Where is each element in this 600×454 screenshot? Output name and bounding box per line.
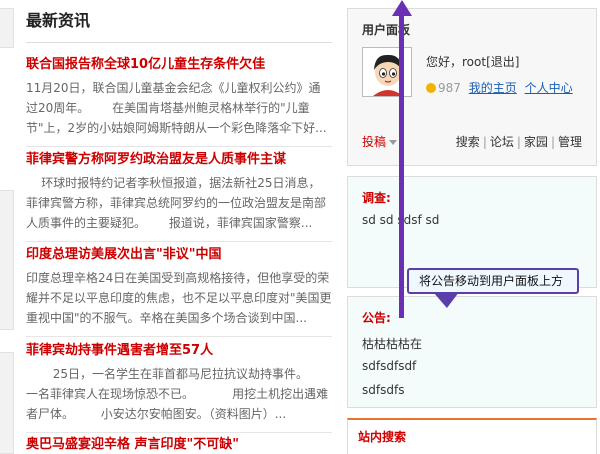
notice-label: 公告: [362, 311, 391, 325]
news-item: 印度总理访美展次出言"非议"中国 印度总理辛格24日在美国受到高规格接待，但他享… [26, 246, 332, 337]
news-summary: 印度总理辛格24日在美国受到高规格接待，但他享受的荣耀并不足以平息印度的焦虑，也… [26, 271, 332, 325]
callout-tail [433, 292, 465, 308]
news-title-link[interactable]: 奥巴马盛宴迎辛格 声言印度"不可缺" [26, 436, 332, 454]
divider [26, 432, 332, 433]
my-home-link[interactable]: 我的主页 [469, 81, 517, 95]
divider [26, 42, 332, 43]
avatar[interactable] [362, 47, 412, 97]
chevron-down-icon [389, 140, 398, 145]
quick-links: 搜索 | 论坛 | 家园 | 管理 [456, 133, 582, 150]
news-item: 联合国报告称全球10亿儿童生存条件欠佳 11月20日，联合国儿童基金会纪念《儿童… [26, 56, 332, 147]
credits-value: 987 [438, 81, 461, 95]
divider [26, 146, 332, 147]
personal-center-link[interactable]: 个人中心 [525, 81, 573, 95]
notice-line: sdfsdfs [362, 383, 405, 397]
user-panel: 用户面板 您好，root[退出] 987 我的主页 个人中心 投稿 搜索 | 论… [347, 8, 597, 166]
news-title-link[interactable]: 印度总理访美展次出言"非议"中国 [26, 246, 332, 264]
edge-block [0, 190, 14, 330]
news-summary: 环球时报特约记者李秋恒报道，据法新社25日消息，菲律宾警方称，菲律宾总统阿罗约的… [26, 176, 327, 230]
news-item: 奥巴马盛宴迎辛格 声言印度"不可缺" [26, 436, 332, 454]
admin-link[interactable]: 管理 [558, 135, 582, 149]
divider: | [482, 135, 487, 149]
post-label: 投稿 [362, 135, 387, 149]
site-search-panel: 站内搜索 [347, 418, 597, 454]
divider [26, 336, 332, 337]
news-title-link[interactable]: 联合国报告称全球10亿儿童生存条件欠佳 [26, 56, 332, 74]
divider: | [550, 135, 555, 149]
logout-link[interactable]: [退出] [486, 55, 519, 69]
notice-line: 枯枯枯枯在 [362, 337, 423, 351]
avatar-cartoon-icon [363, 48, 411, 96]
credits-row: 987 我的主页 个人中心 [426, 79, 573, 96]
news-summary: 11月20日，联合国儿童基金会纪念《儿童权利公约》通过20周年。 在美国肯塔基州… [26, 81, 327, 135]
notice-line: sdfsdfsdf [362, 359, 417, 373]
site-search-label: 站内搜索 [358, 430, 407, 444]
greeting-text: 您好，root [426, 55, 487, 69]
news-item: 菲律宾劫持事件遇害者增至57人 25日，一名学生在菲首都马尼拉抗议劫持事件。 一… [26, 342, 332, 433]
news-summary: 25日，一名学生在菲首都马尼拉抗议劫持事件。 一名菲律宾人在现场惊恐不已。 用挖… [26, 367, 329, 421]
notice-panel: 公告: 枯枯枯枯在 sdfsdfsdf sdfsdfs [347, 296, 597, 408]
post-dropdown[interactable]: 投稿 [362, 133, 398, 150]
greeting: 您好，root[退出] [426, 53, 519, 70]
annotation-callout: 将公告移动到用户面板上方 [407, 268, 579, 294]
forum-link[interactable]: 论坛 [490, 135, 514, 149]
edge-block [0, 8, 14, 48]
search-link[interactable]: 搜索 [456, 135, 480, 149]
divider [26, 241, 332, 242]
latest-news-section: 最新资讯 联合国报告称全球10亿儿童生存条件欠佳 11月20日，联合国儿童基金会… [26, 8, 336, 452]
edge-block [0, 352, 14, 454]
survey-label: 调查: [362, 191, 391, 205]
coin-icon [426, 83, 436, 93]
previous-column-edge [0, 0, 14, 454]
divider: | [516, 135, 521, 149]
news-title-link[interactable]: 菲律宾劫持事件遇害者增至57人 [26, 342, 332, 360]
news-item: 菲律宾警方称阿罗约政治盟友是人质事件主谋 环球时报特约记者李秋恒报道，据法新社2… [26, 151, 332, 242]
home-link[interactable]: 家园 [524, 135, 548, 149]
section-heading: 最新资讯 [26, 11, 91, 30]
arrow-up-icon [392, 0, 412, 16]
annotation-arrow [399, 8, 404, 318]
news-title-link[interactable]: 菲律宾警方称阿罗约政治盟友是人质事件主谋 [26, 151, 332, 169]
